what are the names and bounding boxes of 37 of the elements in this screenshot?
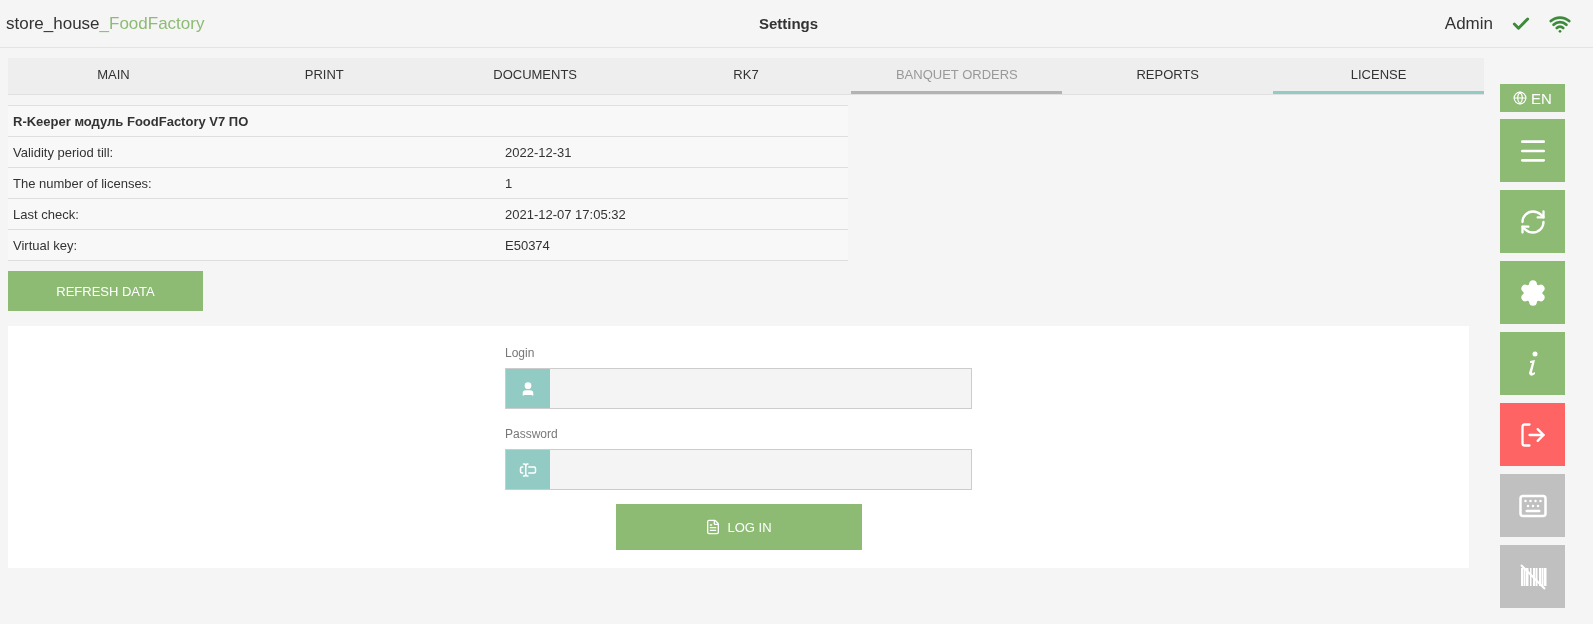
page-title: Settings — [758, 15, 819, 32]
keyboard-button[interactable] — [1500, 474, 1565, 537]
table-cell-text: Virtual key: — [13, 237, 79, 253]
tab[interactable]: MAIN — [8, 58, 219, 94]
tab[interactable]: REPORTS — [1062, 58, 1274, 94]
text-cursor-icon — [519, 460, 537, 479]
globe-icon — [1513, 91, 1528, 105]
logout-icon — [1518, 420, 1547, 449]
refresh-icon — [1518, 207, 1547, 236]
table-cell-text: Last check: — [13, 206, 80, 222]
settings-button[interactable] — [1500, 261, 1565, 324]
barcode-button[interactable] — [1500, 545, 1565, 608]
table-cell-text: 2022-12-31 — [505, 144, 573, 160]
table-cell-text: E50374 — [505, 237, 551, 253]
password-label: Password — [505, 427, 559, 441]
table-cell-text: Validity period till: — [13, 144, 115, 160]
table-cell-text: The number of licenses: — [13, 175, 153, 191]
logout-button[interactable] — [1500, 403, 1565, 466]
tab[interactable]: RK7 — [640, 58, 852, 94]
table-cell-text: 1 — [505, 175, 514, 191]
info-button[interactable] — [1500, 332, 1565, 395]
document-icon — [705, 519, 722, 535]
tab[interactable]: PRINT — [218, 58, 430, 94]
user-icon — [520, 380, 536, 397]
info-icon — [1526, 350, 1539, 377]
user-name: Admin — [1444, 13, 1493, 34]
login-field[interactable] — [505, 368, 972, 409]
menu-button[interactable] — [1500, 119, 1565, 182]
login-label: Login — [505, 346, 536, 360]
barcode-off-icon — [1517, 561, 1548, 592]
brand-logo: store_house_FoodFactory — [6, 13, 206, 34]
tab[interactable]: DOCUMENTS — [429, 58, 641, 94]
table-cell-text: 2021-12-07 17:05:32 — [505, 206, 627, 222]
tab[interactable]: LICENSE — [1273, 58, 1484, 94]
password-field[interactable] — [505, 449, 972, 490]
license-title: R-Keeper модуль FoodFactory V7 ПО — [13, 113, 250, 129]
sync-button[interactable] — [1500, 190, 1565, 253]
